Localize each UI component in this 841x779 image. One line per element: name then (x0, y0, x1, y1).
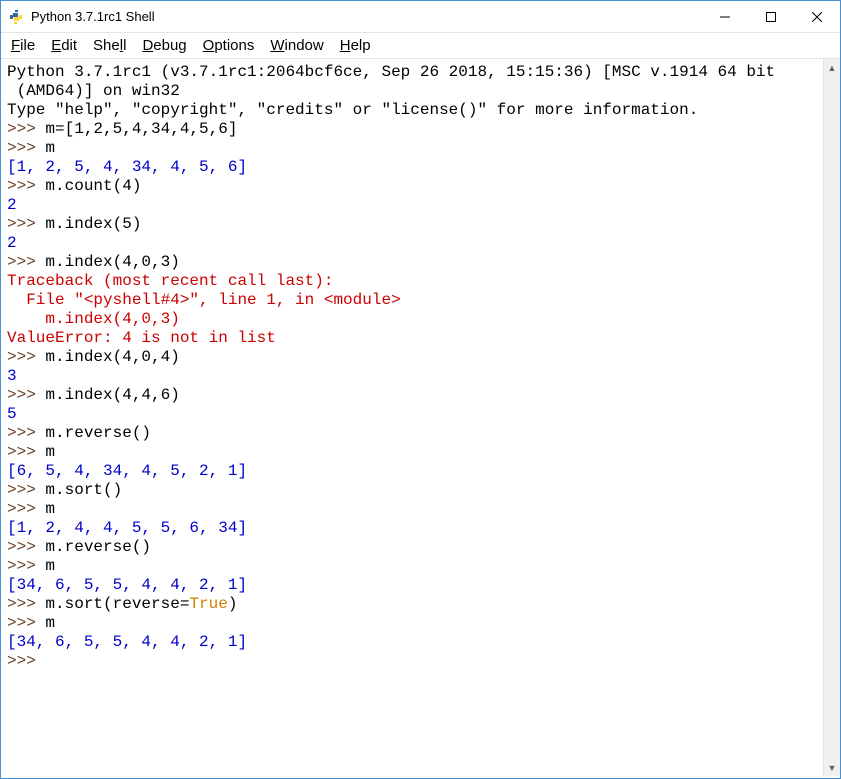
prompt: >>> (7, 424, 45, 442)
input-line: m.reverse() (45, 538, 151, 556)
error-line: m.index(4,0,3) (7, 310, 180, 328)
close-button[interactable] (794, 1, 840, 33)
scroll-track[interactable] (824, 76, 840, 759)
input-line: m (45, 557, 55, 575)
scroll-down-icon[interactable]: ▼ (824, 759, 840, 776)
prompt: >>> (7, 652, 45, 670)
input-line: m=[1,2,5,4,34,4,5,6] (45, 120, 237, 138)
input-line: m.reverse() (45, 424, 151, 442)
output-line: 3 (7, 367, 17, 385)
input-line: m (45, 139, 55, 157)
scroll-up-icon[interactable]: ▲ (824, 59, 840, 76)
output-line: [6, 5, 4, 34, 4, 5, 2, 1] (7, 462, 247, 480)
prompt: >>> (7, 177, 45, 195)
menu-edit[interactable]: Edit (45, 35, 83, 56)
prompt: >>> (7, 557, 45, 575)
menu-window[interactable]: Window (264, 35, 329, 56)
prompt: >>> (7, 614, 45, 632)
shell-area: Python 3.7.1rc1 (v3.7.1rc1:2064bcf6ce, S… (1, 59, 840, 776)
output-line: [1, 2, 4, 4, 5, 5, 6, 34] (7, 519, 247, 537)
output-line: [34, 6, 5, 5, 4, 4, 2, 1] (7, 576, 247, 594)
maximize-button[interactable] (748, 1, 794, 33)
minimize-button[interactable] (702, 1, 748, 33)
error-line: File "<pyshell#4>", line 1, in <module> (7, 291, 401, 309)
output-line: 2 (7, 196, 17, 214)
error-line: ValueError: 4 is not in list (7, 329, 276, 347)
banner-line: Type "help", "copyright", "credits" or "… (7, 101, 698, 119)
prompt: >>> (7, 538, 45, 556)
input-line: ) (228, 595, 238, 613)
vertical-scrollbar[interactable]: ▲ ▼ (823, 59, 840, 776)
prompt: >>> (7, 386, 45, 404)
menu-help[interactable]: Help (334, 35, 377, 56)
prompt: >>> (7, 139, 45, 157)
input-line: m.index(4,0,4) (45, 348, 179, 366)
prompt: >>> (7, 481, 45, 499)
input-line: m.index(5) (45, 215, 141, 233)
output-line: 2 (7, 234, 17, 252)
input-line: m (45, 443, 55, 461)
titlebar: Python 3.7.1rc1 Shell (1, 1, 840, 33)
prompt: >>> (7, 595, 45, 613)
menu-file[interactable]: File (5, 35, 41, 56)
prompt: >>> (7, 120, 45, 138)
python-icon (7, 8, 25, 26)
error-line: Traceback (most recent call last): (7, 272, 333, 290)
output-line: [1, 2, 5, 4, 34, 4, 5, 6] (7, 158, 247, 176)
prompt: >>> (7, 443, 45, 461)
menubar: File Edit Shell Debug Options Window Hel… (1, 33, 840, 59)
input-line: m.index(4,4,6) (45, 386, 179, 404)
input-line: m (45, 500, 55, 518)
prompt: >>> (7, 348, 45, 366)
input-line: m.sort(reverse= (45, 595, 189, 613)
banner-line: Python 3.7.1rc1 (v3.7.1rc1:2064bcf6ce, S… (7, 63, 775, 81)
menu-options[interactable]: Options (197, 35, 261, 56)
shell-content[interactable]: Python 3.7.1rc1 (v3.7.1rc1:2064bcf6ce, S… (1, 59, 823, 776)
input-line: m.count(4) (45, 177, 141, 195)
prompt: >>> (7, 215, 45, 233)
window-title: Python 3.7.1rc1 Shell (31, 9, 702, 24)
input-line: m.index(4,0,3) (45, 253, 179, 271)
window-controls (702, 1, 840, 33)
output-line: 5 (7, 405, 17, 423)
input-line: m.sort() (45, 481, 122, 499)
prompt: >>> (7, 500, 45, 518)
prompt: >>> (7, 253, 45, 271)
banner-line: (AMD64)] on win32 (7, 82, 180, 100)
input-line: m (45, 614, 55, 632)
keyword-true: True (189, 595, 227, 613)
output-line: [34, 6, 5, 5, 4, 4, 2, 1] (7, 633, 247, 651)
menu-shell[interactable]: Shell (87, 35, 132, 56)
menu-debug[interactable]: Debug (136, 35, 192, 56)
